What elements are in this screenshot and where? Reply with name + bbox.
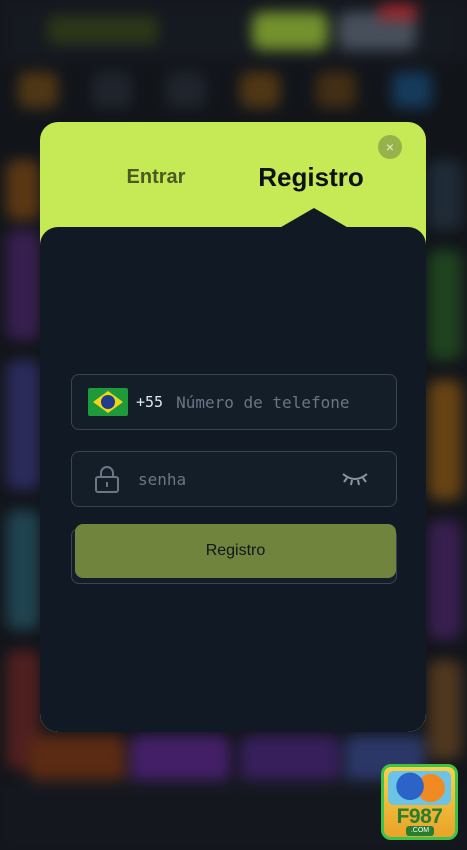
lock-icon <box>95 466 119 493</box>
logo-domain-text: .COM <box>406 826 434 836</box>
eye-closed-icon[interactable] <box>341 471 369 487</box>
country-code[interactable]: +55 <box>136 393 163 411</box>
password-field <box>71 451 397 507</box>
brazil-flag-icon[interactable] <box>88 388 128 416</box>
close-button[interactable]: × <box>378 135 402 159</box>
register-submit-button[interactable]: Registro <box>75 524 396 578</box>
register-modal: Entrar Registro × +55 Número de telefone… <box>40 122 426 732</box>
close-icon: × <box>385 139 395 155</box>
phone-field: +55 <box>71 374 397 430</box>
brand-logo[interactable]: F987 .COM <box>381 764 458 840</box>
phone-input[interactable] <box>176 392 396 412</box>
tab-login[interactable]: Entrar <box>72 122 240 232</box>
logo-mascot-art <box>388 771 451 805</box>
password-input[interactable] <box>138 469 341 489</box>
